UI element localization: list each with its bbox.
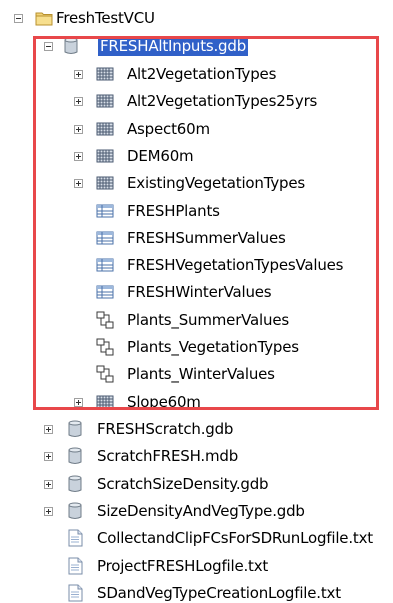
tree-node-label: Plants_WinterValues <box>127 365 275 384</box>
table-icon <box>96 258 114 272</box>
relationship-class-icon <box>96 365 114 383</box>
tree-node-scratchfresh-mdb[interactable]: ScratchFRESH.mdb <box>0 446 393 466</box>
relationship-class-icon <box>96 338 114 356</box>
tree-node-label: SDandVegTypeCreationLogfile.txt <box>97 583 341 602</box>
geodatabase-icon <box>68 447 82 465</box>
geodatabase-icon <box>64 37 78 54</box>
tree-node-existingvegetationtypes[interactable]: ExistingVegetationTypes <box>0 173 393 193</box>
tree-node-label: ExistingVegetationTypes <box>127 174 305 193</box>
tree-node-label: ScratchFRESH.mdb <box>97 447 239 466</box>
raster-dataset-icon <box>96 149 114 163</box>
raster-dataset-icon <box>96 395 114 409</box>
tree-node-slope60m[interactable]: Slope60m <box>0 392 393 412</box>
tree-node-projectfreshlogfile-txt[interactable]: ProjectFRESHLogfile.txt <box>0 556 393 576</box>
expand-toggle[interactable] <box>74 151 83 161</box>
tree-node-sizedensityandvegtype-gdb[interactable]: SizeDensityAndVegType.gdb <box>0 501 393 521</box>
tree-node-freshscratch-gdb[interactable]: FRESHScratch.gdb <box>0 419 393 439</box>
tree-node-label: DEM60m <box>127 146 194 165</box>
tree-node-freshplants[interactable]: FRESHPlants <box>0 201 393 221</box>
raster-dataset-icon <box>96 67 114 81</box>
raster-dataset-icon <box>96 176 114 190</box>
tree-node-label: SizeDensityAndVegType.gdb <box>97 501 305 520</box>
tree-node-label: Alt2VegetationTypes25yrs <box>127 92 318 111</box>
tree-node-label: Plants_VegetationTypes <box>127 338 299 356</box>
tree-node-freshwintervalues[interactable]: FRESHWinterValues <box>0 282 393 302</box>
tree-node-label: CollectandClipFCsForSDRunLogfile.txt <box>97 529 373 548</box>
tree-node-collectandclipfcsforsdrunlogfile-txt[interactable]: CollectandClipFCsForSDRunLogfile.txt <box>0 528 393 548</box>
tree-node-label: FreshTestVCU <box>56 9 155 27</box>
raster-dataset-icon <box>96 122 114 136</box>
expand-toggle[interactable] <box>74 97 83 107</box>
relationship-class-icon <box>96 311 114 329</box>
expand-toggle[interactable] <box>74 179 83 189</box>
tree-node-label: ScratchSizeDensity.gdb <box>97 474 269 493</box>
tree-node-label: Plants_SummerValues <box>127 310 289 329</box>
tree-node-alt2vegetationtypes25yrs[interactable]: Alt2VegetationTypes25yrs <box>0 91 393 111</box>
tree-node-freshsummervalues[interactable]: FRESHSummerValues <box>0 228 393 248</box>
tree-node-plants-summervalues[interactable]: Plants_SummerValues <box>0 310 393 330</box>
expand-toggle[interactable] <box>44 425 53 434</box>
expand-toggle[interactable] <box>74 397 83 407</box>
tree-node-label: FRESHScratch.gdb <box>97 420 234 438</box>
table-icon <box>96 204 114 217</box>
expand-toggle[interactable] <box>44 452 53 462</box>
raster-dataset-icon <box>96 94 114 108</box>
tree-node-label: FRESHSummerValues <box>127 228 286 247</box>
tree-node-label: FRESHPlants <box>127 201 220 220</box>
table-icon <box>96 285 114 299</box>
geodatabase-icon <box>68 475 82 492</box>
collapse-toggle[interactable] <box>44 42 53 51</box>
tree-node-label: Aspect60m <box>127 119 210 138</box>
tree-node-scratchsizedensity-gdb[interactable]: ScratchSizeDensity.gdb <box>0 474 393 494</box>
tree-node-label: FRESHWinterValues <box>127 283 272 302</box>
geodatabase-icon <box>68 502 82 519</box>
table-icon <box>96 231 114 245</box>
tree-node-label: Alt2VegetationTypes <box>127 65 277 83</box>
geodatabase-icon <box>68 420 82 437</box>
tree-node-label: Slope60m <box>127 392 201 411</box>
folder-icon <box>35 12 53 26</box>
tree-node-label: FRESHVegetationTypesValues <box>127 256 344 275</box>
expand-toggle[interactable] <box>74 124 83 134</box>
tree-node-root[interactable]: FreshTestVCU <box>0 8 393 28</box>
tree-node-label: FRESHAltInputs.gdb <box>98 36 249 56</box>
text-file-icon <box>68 584 83 602</box>
text-file-icon <box>68 529 83 547</box>
tree-node-alt2vegetationtypes[interactable]: Alt2VegetationTypes <box>0 64 393 84</box>
tree-node-label: ProjectFRESHLogfile.txt <box>97 556 269 575</box>
expand-toggle[interactable] <box>74 70 83 79</box>
tree-node-sdandvegtypecreationlogfile-txt[interactable]: SDandVegTypeCreationLogfile.txt <box>0 583 393 603</box>
expand-toggle[interactable] <box>44 479 53 489</box>
tree-node-dem60m[interactable]: DEM60m <box>0 146 393 166</box>
tree-node-plants-vegetationtypes[interactable]: Plants_VegetationTypes <box>0 337 393 357</box>
collapse-toggle[interactable] <box>14 14 23 23</box>
tree-node-selected-gdb[interactable]: FRESHAltInputs.gdb <box>0 36 393 56</box>
text-file-icon <box>68 557 83 574</box>
tree-node-freshvegetationtypesvalues[interactable]: FRESHVegetationTypesValues <box>0 255 393 275</box>
tree-node-aspect60m[interactable]: Aspect60m <box>0 119 393 139</box>
expand-toggle[interactable] <box>44 506 53 516</box>
tree-node-plants-wintervalues[interactable]: Plants_WinterValues <box>0 364 393 384</box>
